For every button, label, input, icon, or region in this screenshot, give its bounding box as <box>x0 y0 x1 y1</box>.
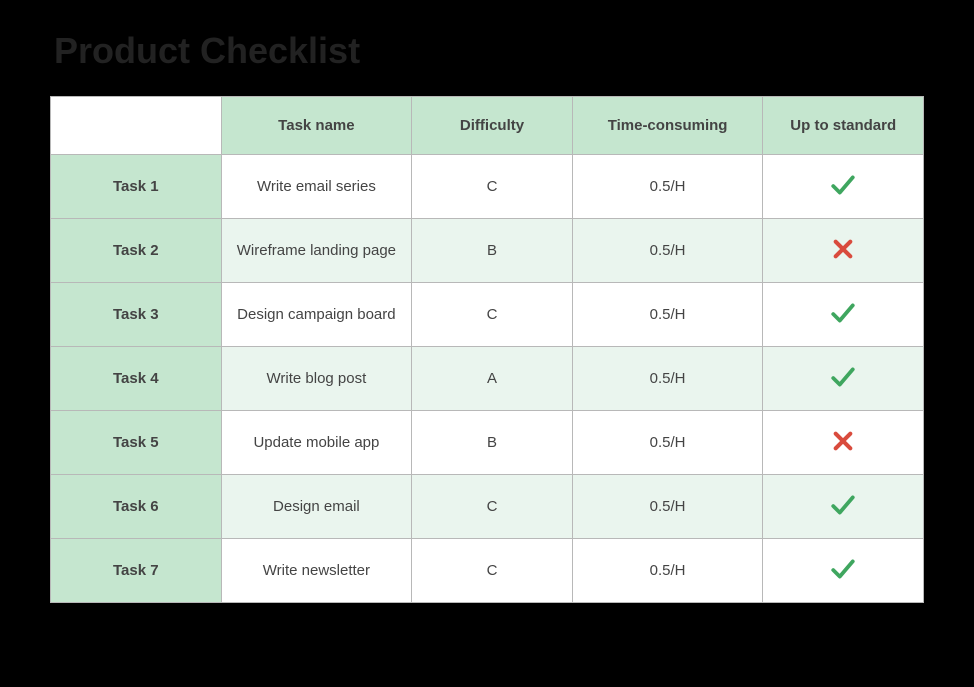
header-standard: Up to standard <box>763 97 924 155</box>
table-row: Task 6Design emailC0.5/H <box>51 475 924 539</box>
cell-time: 0.5/H <box>572 475 763 539</box>
cell-standard <box>763 539 924 603</box>
table-header-row: Task name Difficulty Time-consuming Up t… <box>51 97 924 155</box>
cell-standard <box>763 411 924 475</box>
cell-standard <box>763 283 924 347</box>
cell-difficulty: C <box>412 155 573 219</box>
cell-difficulty: C <box>412 475 573 539</box>
page-title: Product Checklist <box>54 30 924 72</box>
cell-task-name: Wireframe landing page <box>221 219 412 283</box>
check-icon <box>830 556 856 586</box>
table-row: Task 3Design campaign boardC0.5/H <box>51 283 924 347</box>
cell-task-name: Write newsletter <box>221 539 412 603</box>
row-label: Task 2 <box>51 219 222 283</box>
header-blank <box>51 97 222 155</box>
table-row: Task 7Write newsletterC0.5/H <box>51 539 924 603</box>
cell-task-name: Design email <box>221 475 412 539</box>
cell-difficulty: A <box>412 347 573 411</box>
header-task-name: Task name <box>221 97 412 155</box>
cell-time: 0.5/H <box>572 539 763 603</box>
cell-standard <box>763 155 924 219</box>
check-icon <box>830 364 856 394</box>
cell-task-name: Write email series <box>221 155 412 219</box>
table-row: Task 1Write email seriesC0.5/H <box>51 155 924 219</box>
cell-difficulty: B <box>412 411 573 475</box>
cell-standard <box>763 347 924 411</box>
check-icon <box>830 172 856 202</box>
row-label: Task 5 <box>51 411 222 475</box>
checklist-table: Task name Difficulty Time-consuming Up t… <box>50 96 924 603</box>
header-time: Time-consuming <box>572 97 763 155</box>
row-label: Task 6 <box>51 475 222 539</box>
row-label: Task 7 <box>51 539 222 603</box>
cell-time: 0.5/H <box>572 411 763 475</box>
table-row: Task 2Wireframe landing pageB0.5/H <box>51 219 924 283</box>
cell-task-name: Write blog post <box>221 347 412 411</box>
row-label: Task 3 <box>51 283 222 347</box>
cell-time: 0.5/H <box>572 283 763 347</box>
table-row: Task 4Write blog postA0.5/H <box>51 347 924 411</box>
cell-time: 0.5/H <box>572 219 763 283</box>
cell-standard <box>763 219 924 283</box>
check-icon <box>830 492 856 522</box>
table-row: Task 5Update mobile appB0.5/H <box>51 411 924 475</box>
cell-difficulty: C <box>412 539 573 603</box>
cell-time: 0.5/H <box>572 347 763 411</box>
cell-time: 0.5/H <box>572 155 763 219</box>
cell-standard <box>763 475 924 539</box>
row-label: Task 1 <box>51 155 222 219</box>
check-icon <box>830 300 856 330</box>
cell-difficulty: B <box>412 219 573 283</box>
cell-task-name: Design campaign board <box>221 283 412 347</box>
cross-icon <box>832 430 854 456</box>
cell-task-name: Update mobile app <box>221 411 412 475</box>
cell-difficulty: C <box>412 283 573 347</box>
cross-icon <box>832 238 854 264</box>
header-difficulty: Difficulty <box>412 97 573 155</box>
page: Product Checklist Task name Difficulty T… <box>0 0 974 643</box>
row-label: Task 4 <box>51 347 222 411</box>
